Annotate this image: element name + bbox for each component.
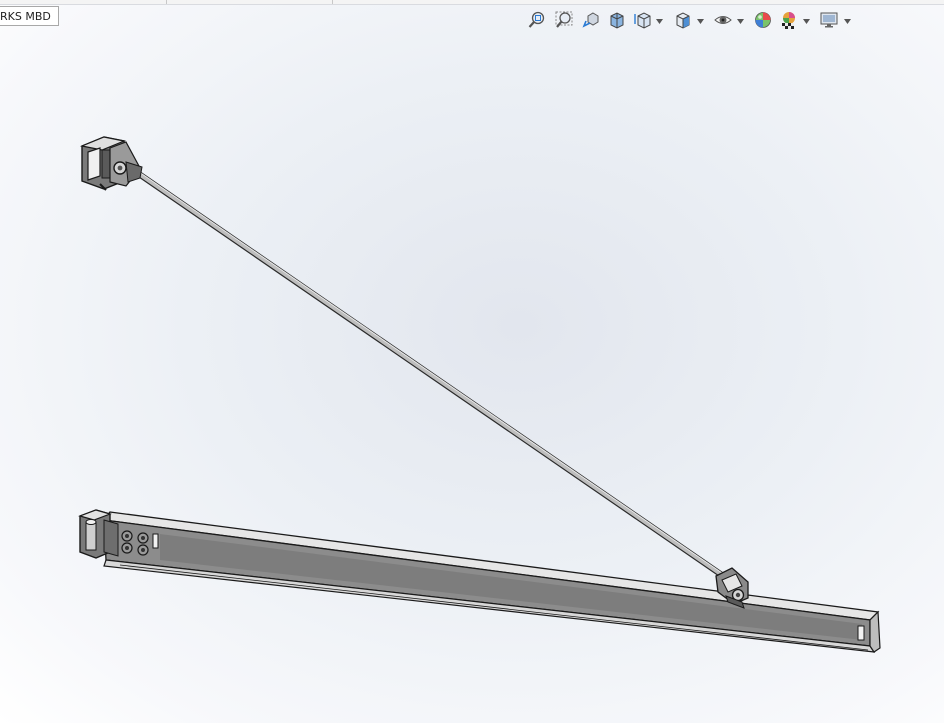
graphics-area-model[interactable] bbox=[0, 0, 944, 723]
boom-beam[interactable] bbox=[102, 511, 881, 653]
tie-rod[interactable] bbox=[133, 169, 735, 585]
top-clevis-bracket[interactable] bbox=[79, 136, 143, 191]
